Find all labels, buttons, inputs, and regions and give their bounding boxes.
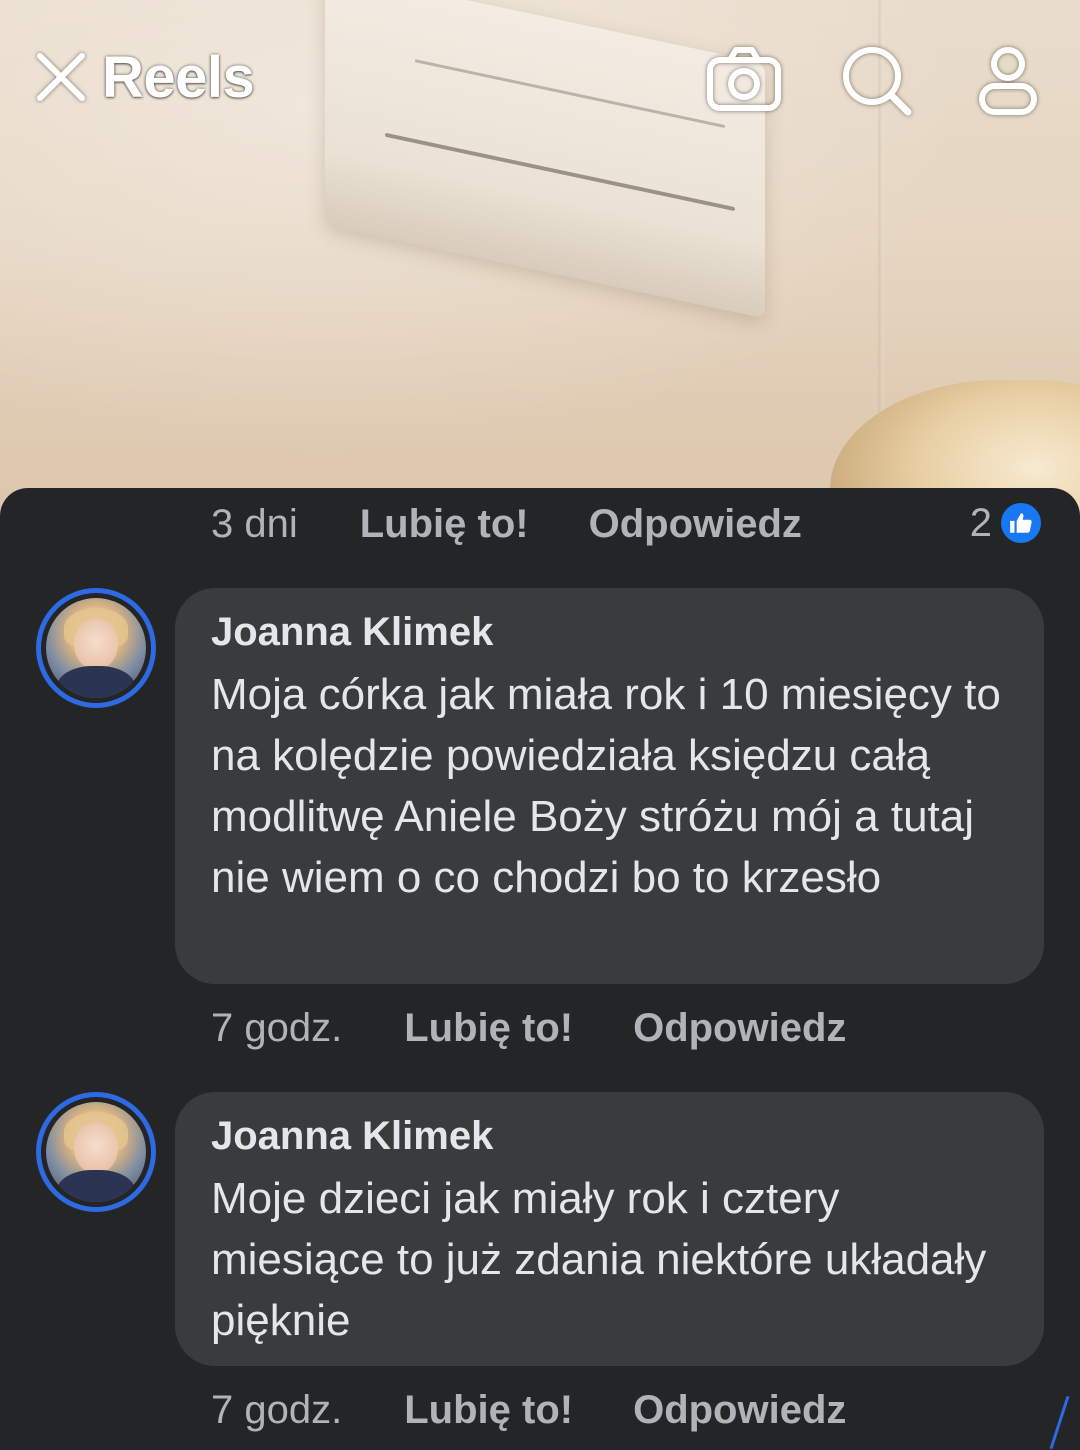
like-reaction-badge bbox=[998, 500, 1044, 546]
comment-timestamp: 7 godz. bbox=[211, 1387, 343, 1432]
close-icon bbox=[37, 53, 85, 101]
avatar-photo bbox=[46, 1102, 146, 1202]
camera-button[interactable] bbox=[706, 42, 782, 118]
close-button[interactable] bbox=[34, 50, 88, 104]
page-title: Reels bbox=[102, 45, 255, 110]
avatar[interactable] bbox=[36, 1092, 156, 1212]
reaction-summary[interactable]: 2 bbox=[970, 498, 1044, 548]
comments-sheet: 3 dni Lubię to! Odpowiedz 2 Joanna Klime… bbox=[0, 488, 1080, 1450]
camera-icon bbox=[707, 47, 781, 111]
comment-text: Moje dzieci jak miały rok i cztery miesi… bbox=[211, 1174, 987, 1345]
reply-button[interactable]: Odpowiedz bbox=[589, 502, 802, 547]
thumbs-up-icon bbox=[1010, 513, 1032, 533]
reply-button[interactable]: Odpowiedz bbox=[633, 1006, 846, 1051]
comment-author[interactable]: Joanna Klimek bbox=[211, 1112, 1008, 1160]
comment-timestamp: 7 godz. bbox=[211, 1005, 343, 1050]
avatar-photo bbox=[46, 598, 146, 698]
comment-bubble[interactable]: Joanna Klimek Moja córka jak miała rok i… bbox=[175, 588, 1044, 984]
avatar[interactable] bbox=[36, 588, 156, 708]
comment-actions-row: 7 godz. Lubię to! Odpowiedz bbox=[211, 998, 846, 1058]
comment-actions-row: 3 dni Lubię to! Odpowiedz bbox=[211, 494, 802, 554]
profile-button[interactable] bbox=[970, 42, 1046, 118]
reaction-count: 2 bbox=[969, 500, 992, 545]
comment-author[interactable]: Joanna Klimek bbox=[211, 608, 1008, 656]
comment-timestamp: 3 dni bbox=[211, 501, 298, 546]
reply-button[interactable]: Odpowiedz bbox=[633, 1388, 846, 1433]
reels-top-bar: Reels bbox=[0, 0, 1080, 160]
comment-text: Moja córka jak miała rok i 10 miesięcy t… bbox=[211, 670, 1001, 902]
like-button[interactable]: Lubię to! bbox=[360, 502, 529, 547]
search-icon bbox=[843, 47, 912, 116]
search-button[interactable] bbox=[838, 42, 914, 118]
like-button[interactable]: Lubię to! bbox=[404, 1388, 573, 1433]
like-button[interactable]: Lubię to! bbox=[404, 1006, 573, 1051]
comment-bubble[interactable]: Joanna Klimek Moje dzieci jak miały rok … bbox=[175, 1092, 1044, 1366]
profile-icon bbox=[979, 47, 1037, 115]
comment-actions-row: 7 godz. Lubię to! Odpowiedz bbox=[211, 1380, 846, 1440]
